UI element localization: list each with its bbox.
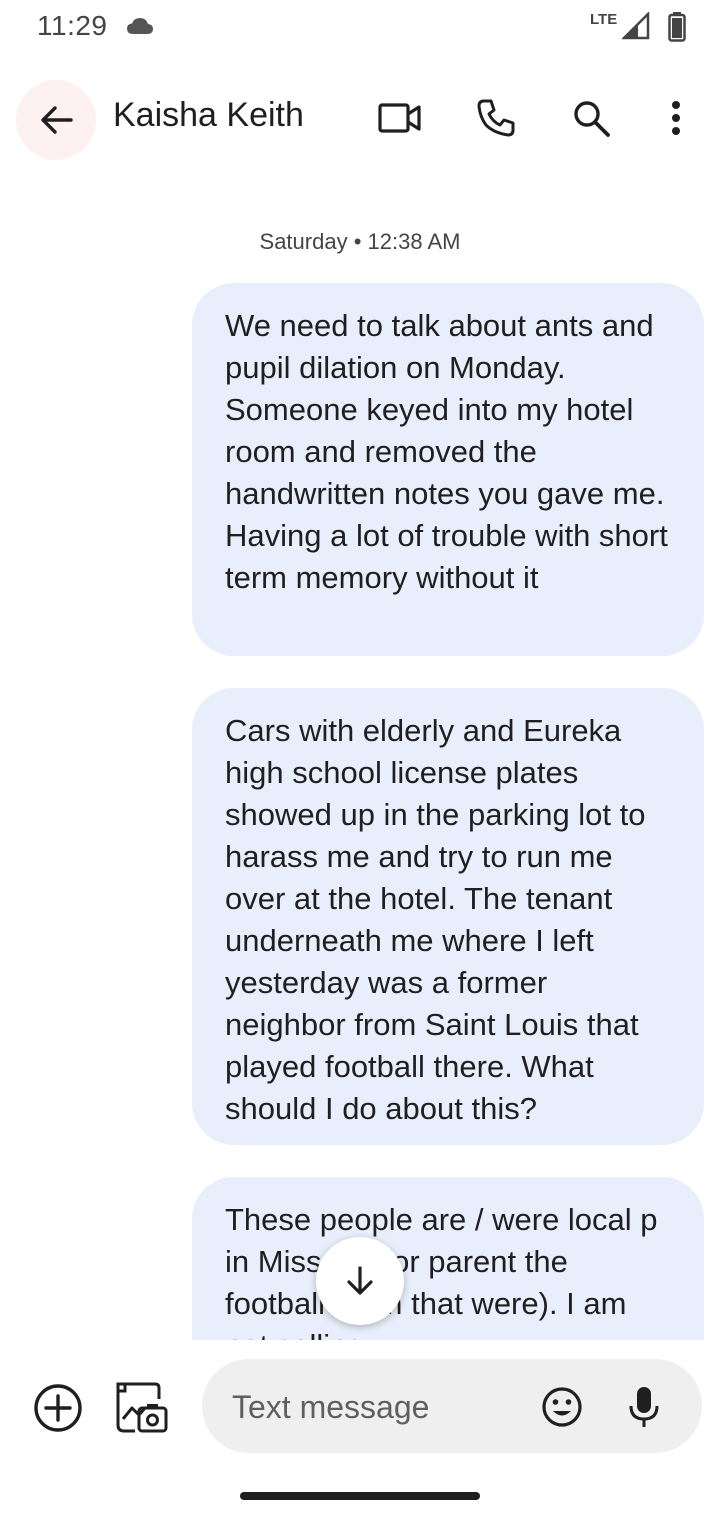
more-vert-icon [672, 101, 680, 135]
phone-call-button[interactable] [470, 92, 522, 144]
gallery-camera-button[interactable] [112, 1378, 172, 1438]
scroll-to-bottom-button[interactable] [316, 1237, 404, 1325]
message-timestamp: Saturday • 12:38 AM [0, 229, 720, 255]
network-type: LTE [590, 11, 618, 28]
timestamp-separator: • [347, 229, 368, 254]
add-attachment-button[interactable] [30, 1380, 86, 1436]
video-call-button[interactable] [374, 92, 426, 144]
contact-name[interactable]: Kaisha Keith [113, 96, 304, 135]
cloud-icon [127, 18, 153, 34]
timestamp-day: Saturday [259, 229, 348, 254]
search-icon [574, 101, 610, 137]
timestamp-time: 12:38 AM [367, 229, 461, 254]
search-button[interactable] [565, 92, 617, 144]
home-indicator[interactable] [240, 1492, 480, 1500]
message-bubble[interactable]: We need to talk about ants and pupil dil… [192, 283, 704, 656]
gallery-camera-icon [116, 1382, 168, 1433]
signal-icon [622, 12, 650, 40]
video-call-icon [378, 103, 421, 133]
emoji-button[interactable] [538, 1383, 586, 1431]
battery-icon [668, 12, 686, 42]
add-circle-icon [34, 1384, 82, 1432]
phone-icon [477, 99, 515, 137]
microphone-icon [629, 1387, 659, 1427]
voice-input-button[interactable] [620, 1383, 668, 1431]
back-button[interactable] [16, 80, 96, 160]
app-bar: Kaisha Keith [0, 78, 720, 160]
message-bubble[interactable]: Cars with elderly and Eureka high school… [192, 688, 704, 1145]
more-options-button[interactable] [650, 92, 702, 144]
message-input[interactable] [230, 1385, 514, 1429]
emoji-icon [542, 1387, 582, 1427]
status-time: 11:29 [37, 10, 108, 41]
status-bar: 11:29 LTE [0, 0, 720, 56]
message-bubble[interactable]: These people are / were local p in Misso… [192, 1177, 704, 1340]
message-input-field[interactable] [202, 1359, 702, 1453]
arrow-down-icon [347, 1266, 373, 1295]
back-arrow-icon [41, 106, 73, 134]
